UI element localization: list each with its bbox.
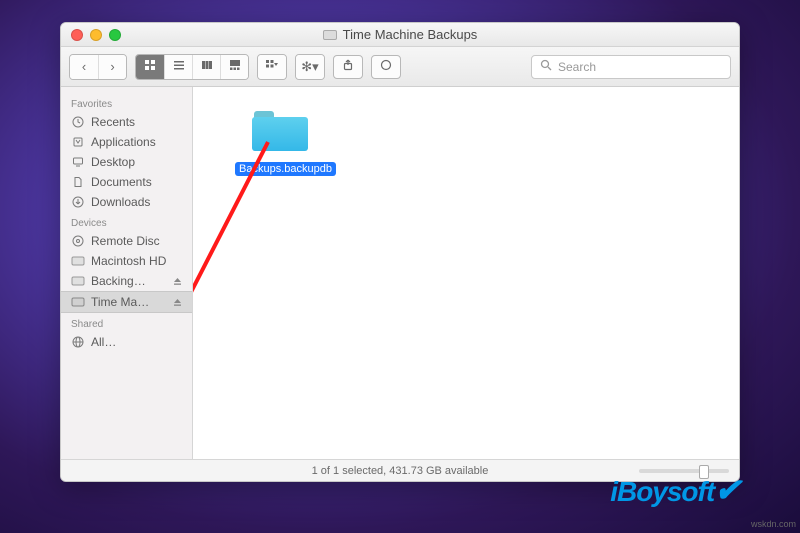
sidebar-item-documents[interactable]: Documents <box>61 172 192 192</box>
app-icon <box>71 135 85 149</box>
window-title: Time Machine Backups <box>343 27 478 42</box>
forward-button[interactable]: › <box>98 55 126 79</box>
gallery-icon <box>229 59 241 74</box>
content-area: Favorites Recents Applications Desktop D… <box>61 87 739 459</box>
action-button[interactable]: ✻▾ <box>296 55 324 79</box>
maximize-button[interactable] <box>109 29 121 41</box>
share-icon <box>342 58 354 76</box>
folder-icon <box>248 105 312 153</box>
share-button[interactable] <box>333 55 363 79</box>
sidebar-item-label: All… <box>91 335 116 349</box>
file-browser[interactable]: Backups.backupdb <box>193 87 739 459</box>
window-controls <box>61 29 121 41</box>
sidebar-item-label: Documents <box>91 175 152 189</box>
sidebar-item-backing[interactable]: Backing… <box>61 271 192 291</box>
list-view-button[interactable] <box>164 55 192 79</box>
sidebar-item-label: Time Ma… <box>91 295 149 309</box>
sidebar-item-macintosh-hd[interactable]: Macintosh HD <box>61 251 192 271</box>
sidebar-header-shared: Shared <box>61 313 192 332</box>
desktop-icon <box>71 155 85 169</box>
sidebar-header-devices: Devices <box>61 212 192 231</box>
folder-label: Backups.backupdb <box>235 162 336 176</box>
titlebar: Time Machine Backups <box>61 23 739 47</box>
columns-icon <box>201 59 213 74</box>
attribution-text: wskdn.com <box>751 519 796 529</box>
sidebar-item-label: Recents <box>91 115 135 129</box>
icon-view-button[interactable] <box>136 55 164 79</box>
documents-icon <box>71 175 85 189</box>
back-button[interactable]: ‹ <box>70 55 98 79</box>
nav-buttons: ‹ › <box>69 54 127 80</box>
search-placeholder: Search <box>558 60 596 74</box>
minimize-button[interactable] <box>90 29 102 41</box>
status-text: 1 of 1 selected, 431.73 GB available <box>312 465 489 477</box>
column-view-button[interactable] <box>192 55 220 79</box>
tag-icon <box>380 58 392 76</box>
arrange-group <box>257 54 287 80</box>
watermark: iBoysoft✔ <box>610 471 740 509</box>
sidebar-item-downloads[interactable]: Downloads <box>61 192 192 212</box>
action-group: ✻▾ <box>295 54 325 80</box>
search-icon <box>540 59 552 74</box>
view-mode-group <box>135 54 249 80</box>
sidebar-item-all-shared[interactable]: All… <box>61 332 192 352</box>
sidebar-item-label: Backing… <box>91 274 146 288</box>
folder-item-backups[interactable]: Backups.backupdb <box>235 105 325 177</box>
close-button[interactable] <box>71 29 83 41</box>
volume-icon <box>323 30 337 40</box>
search-field[interactable]: Search <box>531 55 731 79</box>
arrange-button[interactable] <box>258 55 286 79</box>
window-title-area: Time Machine Backups <box>61 27 739 42</box>
sidebar-header-favorites: Favorites <box>61 93 192 112</box>
sidebar-item-remote-disc[interactable]: Remote Disc <box>61 231 192 251</box>
gallery-view-button[interactable] <box>220 55 248 79</box>
eject-icon[interactable] <box>173 298 182 307</box>
sidebar-item-label: Macintosh HD <box>91 254 166 268</box>
sidebar-item-recents[interactable]: Recents <box>61 112 192 132</box>
network-icon <box>71 335 85 349</box>
disc-icon <box>71 234 85 248</box>
toolbar: ‹ › <box>61 47 739 87</box>
list-icon <box>173 59 185 74</box>
sidebar-item-applications[interactable]: Applications <box>61 132 192 152</box>
downloads-icon <box>71 195 85 209</box>
arrange-icon <box>265 59 279 74</box>
sidebar-item-time-machine[interactable]: Time Ma… <box>61 291 192 313</box>
sidebar-item-desktop[interactable]: Desktop <box>61 152 192 172</box>
sidebar: Favorites Recents Applications Desktop D… <box>61 87 193 459</box>
sidebar-item-label: Applications <box>91 135 156 149</box>
grid-icon <box>144 59 156 74</box>
sidebar-item-label: Remote Disc <box>91 234 160 248</box>
sidebar-item-label: Downloads <box>91 195 150 209</box>
eject-icon[interactable] <box>173 277 182 286</box>
gear-icon: ✻▾ <box>301 59 318 75</box>
sidebar-item-label: Desktop <box>91 155 135 169</box>
clock-icon <box>71 115 85 129</box>
hd-icon <box>71 254 85 268</box>
hd-icon <box>71 274 85 288</box>
hd-icon <box>71 295 85 309</box>
finder-window: Time Machine Backups ‹ › <box>60 22 740 482</box>
tags-button[interactable] <box>371 55 401 79</box>
